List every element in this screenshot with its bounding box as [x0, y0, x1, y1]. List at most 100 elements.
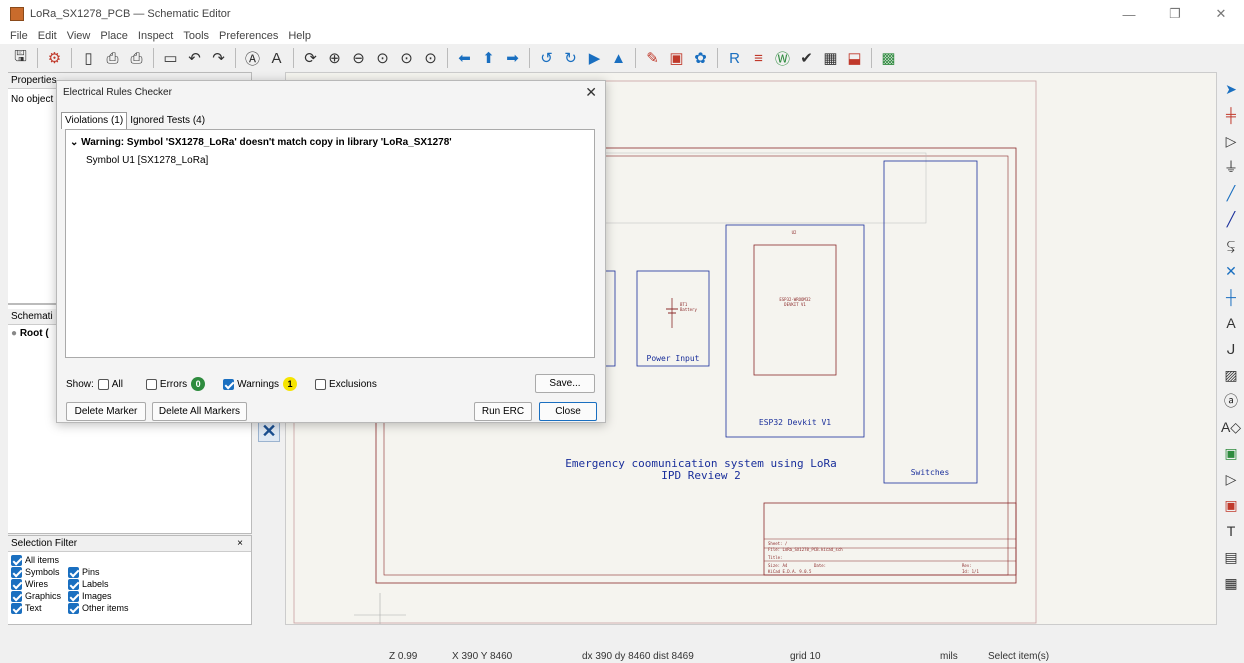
- add-table-icon[interactable]: ▦: [1220, 572, 1242, 594]
- selection-filter-close-icon[interactable]: ×: [237, 536, 243, 551]
- checkbox-icon[interactable]: [11, 578, 22, 590]
- zoom-out-icon[interactable]: ⊖: [348, 48, 369, 69]
- mirror-v-icon[interactable]: ▲: [608, 48, 629, 69]
- symbol-browser-icon[interactable]: ▣: [666, 48, 687, 69]
- add-bus-icon[interactable]: ╱: [1220, 208, 1242, 230]
- add-label-icon[interactable]: A: [1220, 312, 1242, 334]
- menu-view[interactable]: View: [67, 30, 91, 42]
- global-label-icon[interactable]: ⓐ: [1220, 390, 1242, 412]
- navigate-forward-icon[interactable]: ➡: [502, 48, 523, 69]
- add-sheet-pin-icon[interactable]: ▣: [1220, 494, 1242, 516]
- add-wire-icon[interactable]: ╱: [1220, 182, 1242, 204]
- violation-row[interactable]: ⌄ Warning: Symbol 'SX1278_LoRa' doesn't …: [70, 137, 452, 148]
- save-button[interactable]: Save...: [535, 374, 595, 393]
- add-textbox-icon[interactable]: ▤: [1220, 546, 1242, 568]
- annotate-icon[interactable]: R: [724, 48, 745, 69]
- plot-icon[interactable]: ⎙: [126, 48, 147, 69]
- checkbox-icon[interactable]: [68, 566, 79, 578]
- select-icon[interactable]: ➤: [1220, 78, 1242, 100]
- tab-ignored-tests[interactable]: Ignored Tests (4): [127, 112, 208, 129]
- no-connect-icon[interactable]: ✕: [1220, 260, 1242, 282]
- close-window-icon[interactable]: ✕: [1198, 0, 1244, 28]
- import-sheet-pin-icon[interactable]: ▷: [1220, 468, 1242, 490]
- menu-tools[interactable]: Tools: [183, 30, 209, 42]
- zoom-selection-icon[interactable]: ⊙: [420, 48, 441, 69]
- find-icon[interactable]: Ⓐ: [242, 48, 263, 69]
- menu-help[interactable]: Help: [288, 30, 311, 42]
- checkbox-icon[interactable]: [11, 590, 22, 602]
- violations-list[interactable]: ⌄ Warning: Symbol 'SX1278_LoRa' doesn't …: [65, 129, 595, 358]
- add-text-icon[interactable]: T: [1220, 520, 1242, 542]
- navigate-up-icon[interactable]: ⬆: [478, 48, 499, 69]
- hier-sheet-icon[interactable]: ▣: [1220, 442, 1242, 464]
- menu-edit[interactable]: Edit: [38, 30, 57, 42]
- menu-file[interactable]: File: [10, 30, 28, 42]
- menu-preferences[interactable]: Preferences: [219, 30, 278, 42]
- switch-to-pcb-icon[interactable]: ▩: [878, 48, 899, 69]
- save-icon[interactable]: 🖫: [10, 48, 31, 69]
- netlist-icon[interactable]: ⬓: [844, 48, 865, 69]
- zoom-fit-icon[interactable]: ⊙: [372, 48, 393, 69]
- minimize-icon[interactable]: —: [1106, 0, 1152, 28]
- errors-checkbox[interactable]: [145, 378, 157, 390]
- delete-all-markers-button[interactable]: Delete All Markers: [152, 402, 247, 421]
- rule-area-icon[interactable]: ▨: [1220, 364, 1242, 386]
- assign-footprints-icon[interactable]: ≡: [748, 48, 769, 69]
- checkbox-icon[interactable]: [11, 602, 22, 614]
- filter-other-items[interactable]: Other items: [68, 602, 129, 614]
- page-settings-icon[interactable]: ▯: [78, 48, 99, 69]
- restore-icon[interactable]: ❐: [1152, 0, 1198, 28]
- zoom-objects-icon[interactable]: ⊙: [396, 48, 417, 69]
- simulator-icon[interactable]: Ⓦ: [772, 48, 793, 69]
- checkbox-icon[interactable]: [11, 554, 22, 566]
- bom-icon[interactable]: ▦: [820, 48, 841, 69]
- tab-violations[interactable]: Violations (1): [61, 112, 128, 129]
- zoom-in-icon[interactable]: ⊕: [324, 48, 345, 69]
- warnings-checkbox[interactable]: [223, 378, 235, 390]
- symbol-editor-icon[interactable]: ✎: [642, 48, 663, 69]
- filter-graphics[interactable]: Graphics: [11, 590, 65, 602]
- exclusions-checkbox[interactable]: [315, 378, 327, 390]
- filter-wires[interactable]: Wires: [11, 578, 65, 590]
- checkbox-icon[interactable]: [68, 602, 79, 614]
- redo-icon[interactable]: ↷: [208, 48, 229, 69]
- violation-detail[interactable]: Symbol U1 [SX1278_LoRa]: [86, 155, 208, 166]
- filter-symbols[interactable]: Symbols: [11, 566, 65, 578]
- rotate-cw-icon[interactable]: ↻: [560, 48, 581, 69]
- add-symbol-icon[interactable]: ▷: [1220, 130, 1242, 152]
- navigate-back-icon[interactable]: ⬅: [454, 48, 475, 69]
- checkbox-icon[interactable]: [68, 590, 79, 602]
- junction-icon[interactable]: ┼: [1220, 286, 1242, 308]
- erc-close-icon[interactable]: ✕: [585, 84, 597, 101]
- mirror-h-icon[interactable]: ▶: [584, 48, 605, 69]
- add-power-icon[interactable]: ⏚: [1220, 156, 1242, 178]
- chevron-down-icon[interactable]: ⌄: [70, 137, 78, 148]
- paste-icon[interactable]: ▭: [160, 48, 181, 69]
- checkbox-icon[interactable]: [68, 578, 79, 590]
- exclusion-marker-icon[interactable]: ✕: [258, 420, 280, 442]
- find-replace-icon[interactable]: A: [266, 48, 287, 69]
- filter-images[interactable]: Images: [68, 590, 129, 602]
- highlight-net-icon[interactable]: ╪: [1220, 104, 1242, 126]
- menu-place[interactable]: Place: [100, 30, 128, 42]
- all-checkbox[interactable]: [97, 378, 109, 390]
- filter-pins[interactable]: Pins: [68, 566, 129, 578]
- delete-marker-button[interactable]: Delete Marker: [66, 402, 146, 421]
- net-class-label-icon[interactable]: ᒍ: [1220, 338, 1242, 360]
- menu-inspect[interactable]: Inspect: [138, 30, 173, 42]
- filter-labels[interactable]: Labels: [68, 578, 129, 590]
- erc-icon[interactable]: ✔: [796, 48, 817, 69]
- print-icon[interactable]: ⎙: [102, 48, 123, 69]
- checkbox-icon[interactable]: [11, 566, 22, 578]
- refresh-icon[interactable]: ⟳: [300, 48, 321, 69]
- filter-text[interactable]: Text: [11, 602, 65, 614]
- rotate-ccw-icon[interactable]: ↺: [536, 48, 557, 69]
- footprint-editor-icon[interactable]: ✿: [690, 48, 711, 69]
- hier-label-icon[interactable]: A◇: [1220, 416, 1242, 438]
- run-erc-button[interactable]: Run ERC: [474, 402, 532, 421]
- undo-icon[interactable]: ↶: [184, 48, 205, 69]
- close-button[interactable]: Close: [539, 402, 597, 421]
- filter-all-items[interactable]: All items: [11, 554, 251, 566]
- bus-entry-icon[interactable]: ⥹: [1220, 234, 1242, 256]
- schematic-setup-icon[interactable]: ⚙: [44, 48, 65, 69]
